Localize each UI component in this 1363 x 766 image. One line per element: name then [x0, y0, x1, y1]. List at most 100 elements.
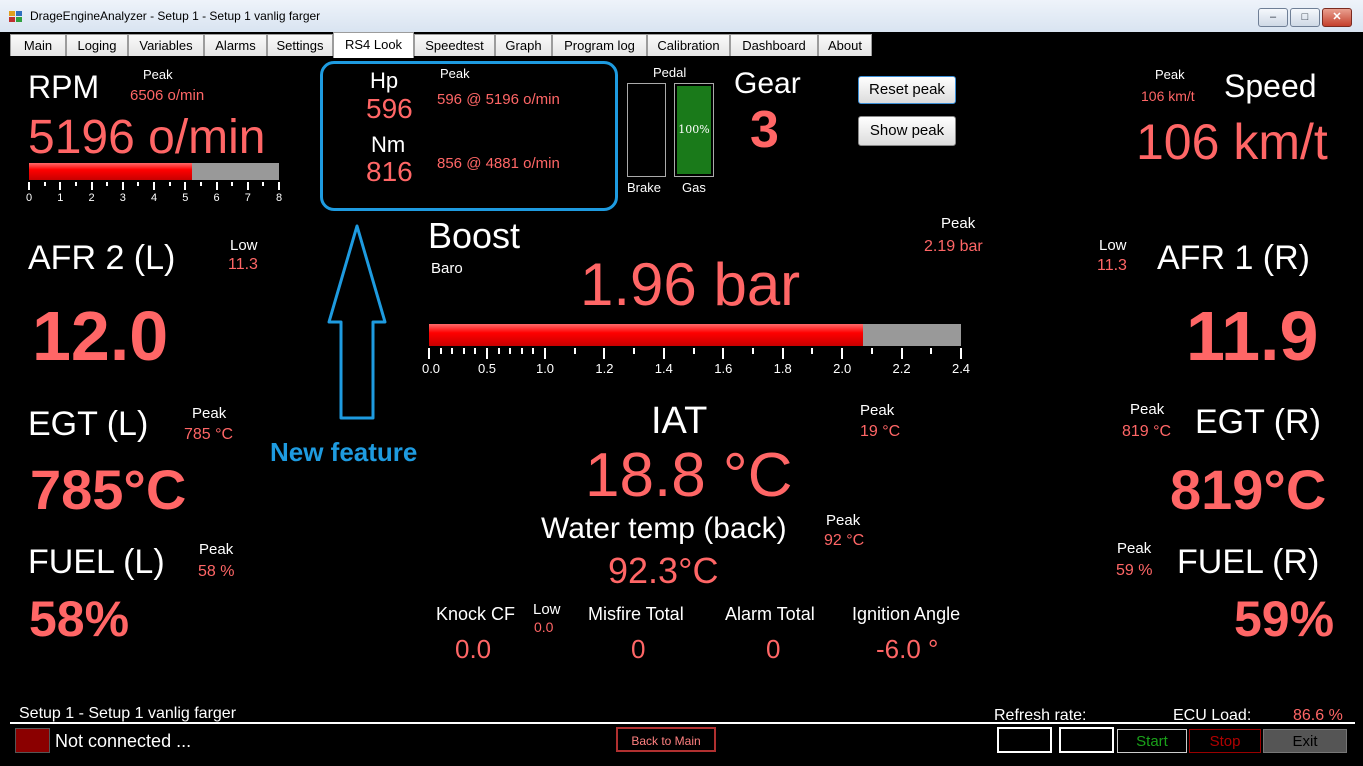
nm-value: 816: [366, 156, 413, 187]
alarm-total-label: Alarm Total: [725, 604, 815, 624]
hp-peak-label: Peak: [440, 66, 470, 81]
water-temp-peak-label: Peak: [826, 512, 861, 529]
stop-button[interactable]: Stop: [1189, 729, 1261, 753]
feature-highlight-box: [320, 61, 618, 211]
boost-bar: [429, 324, 961, 346]
boost-tick: [486, 348, 488, 359]
tab-graph[interactable]: Graph: [495, 34, 552, 56]
boost-minor-tick: [811, 348, 814, 354]
minimize-button[interactable]: –: [1258, 8, 1288, 27]
afr-left-low-value: 11.3: [228, 256, 258, 273]
tab-loging[interactable]: Loging: [66, 34, 128, 56]
iat-label: IAT: [651, 400, 708, 442]
start-button[interactable]: Start: [1117, 729, 1187, 753]
boost-tick-label: 1.0: [535, 361, 555, 376]
boost-minor-tick: [633, 348, 636, 354]
gas-gauge: 100%: [674, 83, 714, 177]
ignition-angle-label: Ignition Angle: [852, 604, 961, 624]
boost-minor-tick: [474, 348, 477, 354]
boost-tick: [960, 348, 962, 359]
rpm-minor-tick: [137, 182, 140, 186]
tab-program-log[interactable]: Program log: [552, 34, 647, 56]
rpm-bar: [29, 163, 279, 180]
water-temp-value: 92.3°C: [608, 550, 719, 591]
rpm-tick: [278, 182, 280, 190]
egt-left-value: 785°C: [30, 458, 187, 521]
exit-button[interactable]: Exit: [1263, 729, 1347, 753]
tab-calibration[interactable]: Calibration: [647, 34, 730, 56]
maximize-button[interactable]: □: [1290, 8, 1320, 27]
reset-peak-button[interactable]: Reset peak: [858, 76, 956, 104]
boost-minor-tick: [439, 348, 442, 354]
boost-tick: [662, 348, 665, 359]
egt-right-label: EGT (R): [1195, 403, 1321, 441]
refresh-rate-box: [997, 727, 1052, 753]
setup-name-text: Setup 1 - Setup 1 vanlig farger: [19, 705, 237, 722]
hp-label: Hp: [370, 68, 399, 93]
knock-value: 0.0: [455, 634, 492, 664]
tab-variables[interactable]: Variables: [128, 34, 204, 56]
boost-peak-label: Peak: [941, 215, 976, 232]
rpm-tick: [90, 182, 93, 190]
tab-rs4-look[interactable]: RS4 Look: [333, 32, 414, 58]
egt-right-value: 819°C: [1170, 458, 1327, 521]
rpm-tick-label: 3: [119, 192, 126, 204]
nm-peak-value: 856 @ 4881 o/min: [437, 155, 560, 172]
fuel-left-peak-value: 58 %: [198, 563, 235, 580]
rpm-tick: [153, 182, 155, 190]
tab-settings[interactable]: Settings: [267, 34, 333, 56]
tab-speedtest[interactable]: Speedtest: [414, 34, 495, 56]
boost-minor-tick: [870, 348, 873, 354]
show-peak-button[interactable]: Show peak: [858, 116, 956, 146]
boost-value: 1.96 bar: [580, 251, 801, 318]
rpm-minor-tick: [106, 182, 109, 186]
rpm-tick-label: 6: [213, 192, 220, 204]
egt-left-peak-value: 785 °C: [184, 426, 234, 443]
rpm-label: RPM: [28, 69, 100, 105]
egt-left-peak-label: Peak: [192, 405, 227, 422]
iat-peak-label: Peak: [860, 402, 895, 419]
fuel-left-peak-label: Peak: [199, 541, 234, 558]
boost-minor-tick: [752, 348, 754, 354]
rpm-peak-label: Peak: [143, 67, 173, 82]
fuel-right-value: 59%: [1234, 591, 1335, 647]
rpm-tick-label: 7: [244, 192, 251, 204]
misfire-value: 0: [631, 634, 646, 664]
knock-low-value: 0.0: [534, 619, 554, 635]
rpm-tick: [59, 182, 62, 190]
boost-minor-tick: [509, 348, 512, 354]
tab-alarms[interactable]: Alarms: [204, 34, 267, 56]
fuel-right-peak-value: 59 %: [1116, 562, 1153, 579]
boost-tick-label: 0.0: [421, 361, 441, 376]
rpm-peak-value: 6506 o/min: [130, 87, 205, 104]
boost-tick: [900, 348, 903, 359]
baro-label: Baro: [431, 260, 463, 277]
boost-tick: [781, 348, 784, 359]
tab-dashboard[interactable]: Dashboard: [730, 34, 818, 56]
back-to-main-button[interactable]: Back to Main: [616, 727, 716, 752]
pedal-label: Pedal: [653, 65, 687, 80]
boost-tick: [603, 348, 606, 359]
rpm-value: 5196 o/min: [28, 111, 266, 164]
knock-label: Knock CF: [436, 604, 516, 624]
close-button[interactable]: ✕: [1322, 8, 1352, 27]
gas-label: Gas: [682, 180, 706, 195]
tab-about[interactable]: About: [818, 34, 872, 56]
fuel-right-peak-label: Peak: [1117, 540, 1152, 557]
boost-tick-label: 1.2: [595, 361, 614, 376]
boost-minor-tick: [692, 348, 695, 354]
egt-right-peak-label: Peak: [1130, 401, 1165, 418]
rpm-tick: [121, 182, 124, 190]
iat-peak-value: 19 °C: [860, 423, 901, 440]
rpm-tick-label: 8: [275, 192, 283, 204]
boost-minor-tick: [497, 348, 500, 354]
boost-minor-tick: [520, 348, 523, 354]
boost-tick-label: 2.0: [833, 361, 852, 376]
tab-main[interactable]: Main: [10, 34, 66, 56]
gear-label: Gear: [734, 67, 801, 100]
knock-low-label: Low: [533, 601, 561, 618]
boost-minor-tick: [462, 348, 465, 354]
speed-value: 106 km/t: [1136, 114, 1328, 170]
gear-value: 3: [750, 101, 779, 159]
egt-right-peak-value: 819 °C: [1122, 423, 1172, 440]
